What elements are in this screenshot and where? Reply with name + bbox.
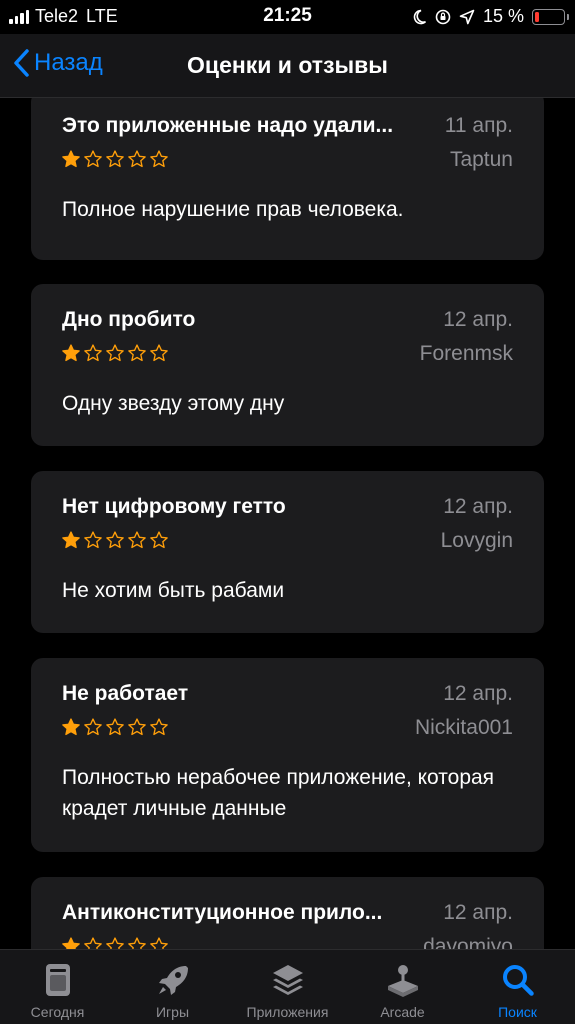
review-title: Дно пробито [62,308,196,331]
star-empty-icon [106,531,124,549]
review-author: Taptun [449,148,513,171]
review-author: dayomiyo [423,935,513,949]
star-empty-icon [128,937,146,949]
battery-percentage: 15 % [482,6,524,26]
review-body: Полностью нерабочее приложение, которая … [62,766,495,820]
review-author: Nickita001 [414,716,513,739]
review-date: 12 апр. [443,308,513,331]
review-date: 12 апр. [443,495,513,518]
review-title: Не работает [62,682,189,705]
star-rating [61,717,169,737]
tab-label: Arcade [380,1004,425,1020]
star-filled-icon [62,344,80,362]
tab-arcade[interactable]: Arcade [345,950,460,1024]
star-filled-icon [62,937,80,949]
star-empty-icon [128,344,146,362]
tab-label: Сегодня [30,1004,85,1020]
star-empty-icon [106,937,124,949]
star-rating [61,149,169,169]
tab-games[interactable]: Игры [115,950,230,1024]
star-empty-icon [150,344,168,362]
review-title: Антиконституционное прило... [62,901,383,924]
tab-label: Поиск [498,1004,537,1020]
star-empty-icon [128,150,146,168]
orientation-lock-icon [435,9,451,24]
tab-label: Игры [155,1004,190,1020]
tab-bar: Сегодня Игры Приложения Arcade Поиск [0,949,575,1024]
review-body: Одну звезду этому дну [62,392,285,415]
star-rating [61,936,169,949]
review-card[interactable]: Это приложенные надо удали... 11 апр. Ta… [31,98,544,260]
tab-search[interactable]: Поиск [460,950,575,1024]
star-empty-icon [106,150,124,168]
star-filled-icon [62,718,80,736]
review-date: 11 апр. [444,114,513,137]
star-empty-icon [150,937,168,949]
star-empty-icon [84,344,102,362]
tab-today[interactable]: Сегодня [0,950,115,1024]
page-title: Оценки и отзывы [187,52,388,78]
rocket-icon [158,966,188,995]
star-empty-icon [128,531,146,549]
tab-label: Приложения [246,1004,329,1020]
review-date: 12 апр. [443,901,513,924]
star-rating [61,343,169,363]
star-empty-icon [84,937,102,949]
search-icon [502,965,534,996]
status-bar: Tele2 LTE 21:25 15 % [0,0,575,34]
star-empty-icon [84,531,102,549]
star-filled-icon [62,150,80,168]
review-author: Forenmsk [419,342,513,365]
arcade-joystick-icon [387,965,418,997]
reviews-list[interactable]: Это приложенные надо удали... 11 апр. Ta… [0,98,575,949]
star-empty-icon [150,150,168,168]
battery-icon [532,8,569,25]
review-card[interactable]: Антиконституционное прило... 12 апр. day… [31,877,544,949]
review-author: Lovygin [440,529,513,552]
star-empty-icon [150,718,168,736]
review-card[interactable]: Нет цифровому гетто 12 апр. Lovygin Не х… [31,471,544,633]
star-rating [61,530,169,550]
review-body: Не хотим быть рабами [62,579,285,602]
review-body: Полное нарушение прав человека. [62,198,404,221]
star-empty-icon [106,344,124,362]
star-filled-icon [62,531,80,549]
apps-layers-icon [272,965,303,995]
star-empty-icon [128,718,146,736]
review-date: 12 апр. [443,682,513,705]
review-card[interactable]: Дно пробито 12 апр. Forenmsk Одну звезду… [31,284,544,446]
review-card[interactable]: Не работает 12 апр. Nickita001 Полностью… [31,658,544,852]
moon-icon [413,9,427,24]
battery-level-fill [535,11,539,22]
star-empty-icon [84,718,102,736]
review-title: Это приложенные надо удали... [62,114,394,137]
review-title: Нет цифровому гетто [62,495,286,518]
star-empty-icon [106,718,124,736]
tab-apps[interactable]: Приложения [230,950,345,1024]
navigation-bar: Назад Оценки и отзывы [0,34,575,98]
star-empty-icon [84,150,102,168]
star-empty-icon [150,531,168,549]
location-arrow-icon [459,9,475,24]
today-icon [45,964,70,996]
